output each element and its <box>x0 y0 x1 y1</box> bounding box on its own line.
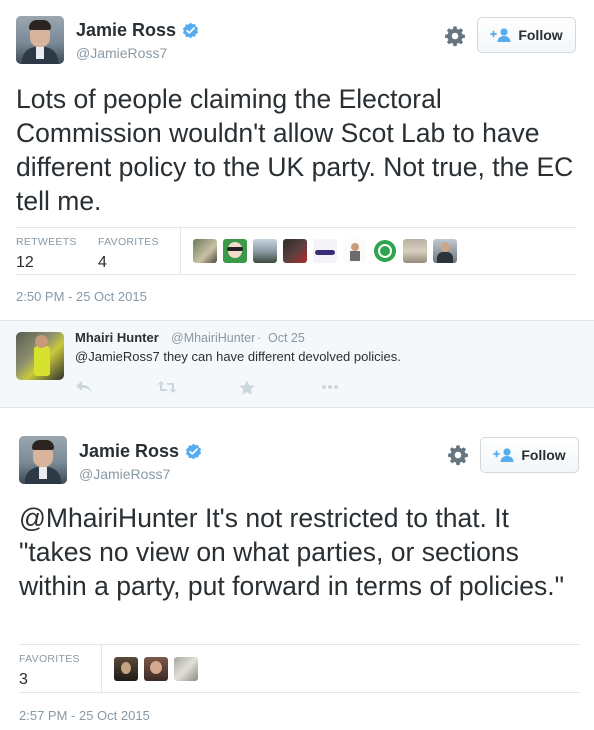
author-name[interactable]: Jamie Ross <box>79 441 179 462</box>
favoriters-avatars <box>102 645 198 692</box>
retweet-action[interactable] <box>157 377 239 397</box>
reply-author-name[interactable]: Mhairi Hunter <box>75 330 159 345</box>
follow-user-icon <box>490 28 511 42</box>
tweet: Jamie Ross @JamieRoss7 Follow Lots of pe… <box>0 0 594 318</box>
reply-actions <box>75 377 403 397</box>
favoriters-avatars <box>181 228 457 274</box>
favoriter-avatar[interactable] <box>223 239 247 263</box>
follow-label: Follow <box>518 27 563 43</box>
more-action[interactable] <box>321 377 403 397</box>
tweet-stats: FAVORITES 3 <box>19 644 579 693</box>
favorites-label: FAVORITES <box>98 236 159 248</box>
favoriter-avatar[interactable] <box>114 656 138 681</box>
favoriter-avatar[interactable] <box>313 239 337 263</box>
author-handle[interactable]: @JamieRoss7 <box>79 466 170 482</box>
reply-date[interactable]: Oct 25 <box>268 331 305 345</box>
tweet-text: Lots of people claiming the Electoral Co… <box>16 84 574 216</box>
favoriter-avatar[interactable] <box>283 239 307 263</box>
favoriter-avatar[interactable] <box>373 239 397 263</box>
reply-tweet[interactable]: Mhairi Hunter @MhairiHunter · Oct 25 @Ja… <box>0 320 594 408</box>
avatar[interactable] <box>19 436 67 484</box>
gear-icon[interactable] <box>444 25 466 47</box>
favoriter-avatar[interactable] <box>433 239 457 263</box>
author-name[interactable]: Jamie Ross <box>76 20 176 41</box>
retweets-count: 12 <box>16 254 34 271</box>
reply-icon <box>76 381 92 393</box>
follow-user-icon <box>493 448 514 462</box>
reply-text: @JamieRoss7 they can have different devo… <box>75 349 401 364</box>
favorites-label: FAVORITES <box>19 653 80 665</box>
favoriter-avatar[interactable] <box>193 239 217 263</box>
author-name-row[interactable]: Jamie Ross <box>76 20 199 41</box>
tweet-text: @MhairiHunter It's not restricted to tha… <box>19 503 565 601</box>
favoriter-avatar[interactable] <box>403 239 427 263</box>
retweet-icon <box>157 381 177 393</box>
verified-badge-icon <box>182 22 199 39</box>
more-icon <box>322 385 338 389</box>
follow-button[interactable]: Follow <box>477 17 576 53</box>
avatar[interactable] <box>16 332 64 380</box>
favorites-stat[interactable]: FAVORITES 4 <box>98 228 180 272</box>
favorites-count: 4 <box>98 254 107 271</box>
favoriter-avatar[interactable] <box>144 656 168 681</box>
favoriter-avatar[interactable] <box>174 656 198 681</box>
favoriter-avatar[interactable] <box>343 239 367 263</box>
verified-badge-icon <box>185 443 202 460</box>
reply-author-handle[interactable]: @MhairiHunter <box>171 331 255 345</box>
favorites-stat[interactable]: FAVORITES 3 <box>19 645 101 689</box>
avatar[interactable] <box>16 16 64 64</box>
gear-icon[interactable] <box>447 444 469 466</box>
reply-action[interactable] <box>75 377 157 397</box>
favorites-count: 3 <box>19 671 28 688</box>
tweet-stats: RETWEETS 12 FAVORITES 4 <box>16 227 576 275</box>
favorite-icon <box>239 380 255 395</box>
tweet-timestamp[interactable]: 2:57 PM - 25 Oct 2015 <box>19 708 150 723</box>
follow-label: Follow <box>521 447 566 463</box>
retweets-label: RETWEETS <box>16 236 77 248</box>
author-name-row[interactable]: Jamie Ross <box>79 441 202 462</box>
favoriter-avatar[interactable] <box>253 239 277 263</box>
author-handle[interactable]: @JamieRoss7 <box>76 45 167 61</box>
reply-separator: · <box>257 331 262 345</box>
retweets-stat[interactable]: RETWEETS 12 <box>16 228 98 272</box>
favorite-action[interactable] <box>239 377 321 397</box>
tweet: Jamie Ross @JamieRoss7 Follow @MhairiHun… <box>0 420 594 730</box>
tweet-timestamp[interactable]: 2:50 PM - 25 Oct 2015 <box>16 289 147 304</box>
follow-button[interactable]: Follow <box>480 437 579 473</box>
